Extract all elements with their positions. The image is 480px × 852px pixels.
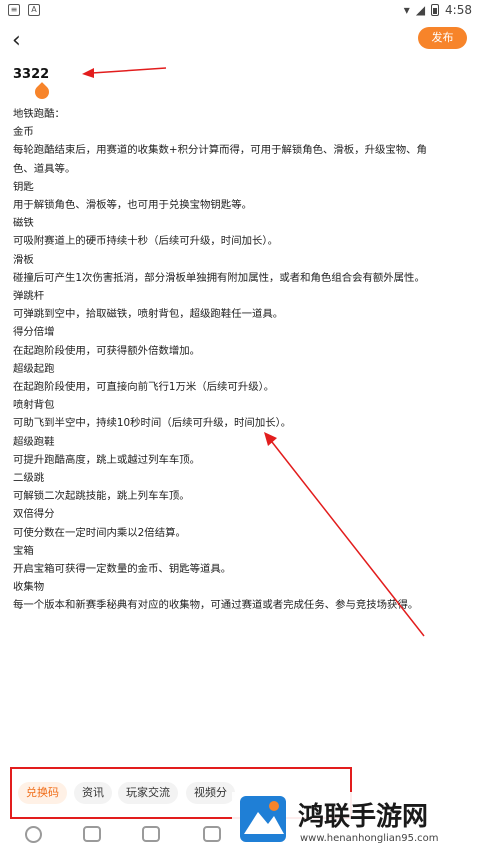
body-line: 每一个版本和新赛季秘典有对应的收集物，可通过赛道或者完成任务、参与竞技场获得。: [13, 599, 419, 612]
game-icon[interactable]: [203, 826, 221, 842]
watermark-name: 鸿联手游网: [298, 802, 429, 832]
watermark-logo-icon: [240, 796, 286, 842]
image-icon[interactable]: [83, 826, 101, 842]
video-icon[interactable]: [142, 826, 160, 842]
body-line: 可弹跳到空中，拾取磁铁，喷射背包，超级跑鞋任一道具。: [13, 308, 284, 321]
battery-icon: [431, 4, 440, 16]
body-line: 磁铁: [13, 217, 34, 230]
body-line: 金币: [13, 126, 34, 139]
signal-icon: ◢: [415, 3, 426, 17]
body-line: 弹跳杆: [13, 290, 45, 303]
body-line: 碰撞后可产生1次伤害抵消，部分滑板单独拥有附加属性，或者和角色组合会有额外属性。: [13, 271, 425, 284]
body-line: 超级跑鞋: [13, 435, 55, 448]
body-line: 钥匙: [13, 180, 34, 193]
tag-chip[interactable]: 资讯: [74, 782, 112, 804]
body-line: 滑板: [13, 253, 34, 266]
wifi-icon: ▾: [403, 3, 410, 17]
tag-chip[interactable]: 玩家交流: [118, 782, 178, 804]
status-bar: ≡ A ▾ ◢ 4:58: [0, 0, 480, 22]
text-cursor-handle[interactable]: [32, 82, 52, 102]
publish-button[interactable]: 发布: [418, 27, 467, 49]
body-line: 可吸附赛道上的硬币持续十秒（后续可升级，时间加长）。: [13, 235, 278, 248]
body-line: 双倍得分: [13, 508, 55, 521]
emoji-icon[interactable]: [25, 826, 42, 843]
body-line: 开启宝箱可获得一定数量的金币、钥匙等道具。: [13, 563, 232, 576]
body-line: 宝箱: [13, 544, 34, 557]
arrow-line-title: [91, 67, 167, 74]
body-line: 地铁跑酷：: [13, 108, 65, 120]
body-line: 在起跑阶段使用，可获得额外倍数增加。: [13, 344, 201, 357]
body-line: 可助飞到半空中，持续10秒时间（后续可升级，时间加长）。: [13, 417, 292, 430]
body-line: 收集物: [13, 581, 45, 594]
back-arrow-icon[interactable]: ‹: [12, 28, 21, 53]
body-line: 用于解锁角色、滑板等，也可用于兑换宝物钥匙等。: [13, 199, 252, 212]
body-line: 在起跑阶段使用，可直接向前飞行1万米（后续可升级）。: [13, 381, 275, 394]
notification-icon: ≡: [8, 4, 20, 16]
app-notification-icon: A: [28, 4, 40, 16]
arrowhead-title: [82, 68, 94, 78]
body-line: 超级起跑: [13, 362, 55, 375]
watermark-url: www.henanhonglian95.com: [300, 833, 439, 844]
body-line: 每轮跑酷结束后，用赛道的收集数+积分计算而得，可用于解锁角色、滑板，升级宝物、角: [13, 144, 427, 157]
tag-chip[interactable]: 兑换码: [18, 782, 67, 804]
post-body-editor[interactable]: 地铁跑酷： 金币每轮跑酷结束后，用赛道的收集数+积分计算而得，可用于解锁角色、滑板…: [13, 105, 468, 615]
body-line: 可解锁二次起跳技能，跳上列车车顶。: [13, 490, 190, 503]
body-line: 可使分数在一定时间内乘以2倍结算。: [13, 526, 186, 539]
post-title-input[interactable]: 3322: [13, 67, 49, 82]
body-line: 喷射背包: [13, 399, 55, 412]
body-line: 可提升跑酷高度，跳上或越过列车车顶。: [13, 453, 201, 466]
tag-chip[interactable]: 视频分: [186, 782, 235, 804]
body-line: 二级跳: [13, 472, 45, 485]
body-line: 得分倍增: [13, 326, 55, 339]
status-time: 4:58: [445, 3, 472, 17]
body-line: 色、道具等。: [13, 162, 76, 175]
